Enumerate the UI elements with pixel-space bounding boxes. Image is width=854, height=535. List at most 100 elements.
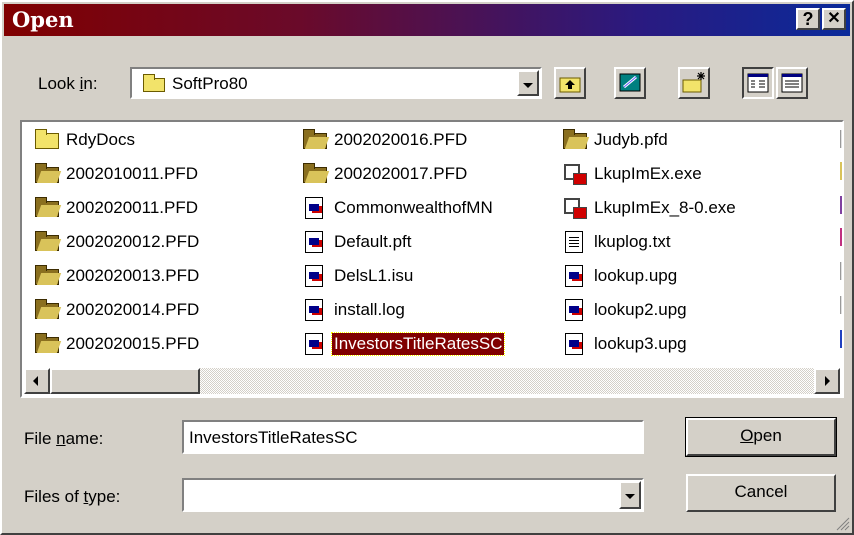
scroll-right-button[interactable] [814, 368, 840, 394]
horizontal-scrollbar[interactable] [24, 368, 840, 394]
file-name-label: File name: [24, 429, 104, 448]
open-button[interactable]: Open [685, 417, 837, 457]
list-view-icon [747, 73, 769, 93]
partial-file-icon [840, 296, 842, 314]
file-name: 2002020017.PFD [334, 164, 468, 183]
file-list[interactable]: RdyDocs 2002010011.PFD 2002020011.PFD 20020… [20, 120, 844, 398]
window-title: Open [12, 7, 74, 32]
close-button[interactable]: ✕ [822, 8, 846, 30]
files-of-type-dropdown-button[interactable] [619, 481, 641, 509]
file-name: 2002020016.PFD [334, 130, 468, 149]
file-name: 2002020013.PFD [66, 266, 200, 285]
file-item[interactable]: 2002020011.PFD [34, 194, 200, 222]
cancel-button[interactable]: Cancel [686, 474, 836, 512]
file-name-input[interactable]: InvestorsTitleRatesSC [182, 420, 644, 454]
file-name: DelsL1.isu [334, 266, 414, 285]
title-bar[interactable]: Open ? ✕ [4, 4, 850, 36]
file-item[interactable]: install.log [302, 296, 407, 324]
file-name-value: InvestorsTitleRatesSC [189, 428, 358, 447]
file-name: 2002020012.PFD [66, 232, 200, 251]
file-name: install.log [334, 300, 405, 319]
file-item[interactable]: InvestorsTitleRatesSC [302, 330, 506, 358]
file-name: lookup2.upg [594, 300, 687, 319]
pfd-icon [34, 299, 60, 321]
look-in-combo[interactable]: SoftPro80 [130, 67, 542, 99]
file-item[interactable]: lkuplog.txt [562, 228, 673, 256]
pfd-icon [34, 333, 60, 355]
file-item[interactable]: 2002020013.PFD [34, 262, 201, 290]
file-name: 2002020014.PFD [66, 300, 200, 319]
doc-icon [562, 265, 588, 287]
file-name: lookup.upg [594, 266, 678, 285]
files-of-type-combo[interactable] [182, 478, 644, 512]
file-name: InvestorsTitleRatesSC [330, 332, 506, 356]
look-in-dropdown-button[interactable] [517, 70, 539, 96]
exe-icon [562, 163, 588, 185]
partial-file-icon [840, 130, 842, 148]
file-name: LkupImEx_8-0.exe [594, 198, 736, 217]
pfd-icon [562, 129, 588, 151]
file-item[interactable]: DelsL1.isu [302, 262, 415, 290]
file-name: lookup3.upg [594, 334, 687, 353]
partial-file-icon [840, 162, 842, 180]
folder-icon [34, 129, 60, 151]
up-folder-icon [559, 77, 581, 93]
partial-file-icon [840, 262, 842, 280]
file-item[interactable]: LkupImEx_8-0.exe [562, 194, 738, 222]
doc-icon [302, 333, 328, 355]
scroll-left-button[interactable] [24, 368, 50, 394]
file-item[interactable]: lookup.upg [562, 262, 679, 290]
pfd-icon [34, 197, 60, 219]
file-item[interactable]: Judyb.pfd [562, 126, 670, 154]
file-item[interactable]: 2002020016.PFD [302, 126, 469, 154]
list-view-button[interactable] [742, 67, 774, 99]
file-item[interactable]: CommonwealthofMN [302, 194, 495, 222]
help-button[interactable]: ? [796, 8, 820, 30]
partial-file-icon [840, 228, 842, 246]
look-in-value: SoftPro80 [172, 74, 248, 93]
doc-icon [302, 265, 328, 287]
doc-icon [562, 333, 588, 355]
exe-icon [562, 197, 588, 219]
pfd-icon [34, 231, 60, 253]
file-item[interactable]: lookup3.upg [562, 330, 689, 358]
resize-grip-icon[interactable] [836, 517, 850, 531]
file-item[interactable]: LkupImEx.exe [562, 160, 704, 188]
file-name: 2002020015.PFD [66, 334, 200, 353]
file-name: CommonwealthofMN [334, 198, 493, 217]
file-name: 2002020011.PFD [66, 198, 199, 217]
file-name: Judyb.pfd [594, 130, 668, 149]
pfd-icon [302, 163, 328, 185]
look-in-label: Look in: [38, 74, 98, 93]
pfd-icon [34, 163, 60, 185]
open-dialog: Open ? ✕ Look in: SoftPro80 RdyDocs 20020… [0, 0, 854, 535]
file-name: RdyDocs [66, 130, 135, 149]
pfd-icon [34, 265, 60, 287]
desktop-icon [619, 73, 641, 92]
partial-file-icon [840, 330, 842, 348]
file-name: 2002010011.PFD [66, 164, 199, 183]
details-view-button[interactable] [776, 67, 808, 99]
folder-icon [142, 74, 168, 93]
file-item[interactable]: lookup2.upg [562, 296, 689, 324]
new-folder-icon [682, 72, 705, 93]
desktop-button[interactable] [614, 67, 646, 99]
doc-icon [302, 231, 328, 253]
file-item[interactable]: 2002010011.PFD [34, 160, 200, 188]
doc-icon [302, 197, 328, 219]
file-name: Default.pft [334, 232, 412, 251]
file-item[interactable]: RdyDocs [34, 126, 137, 154]
txt-icon [562, 231, 588, 253]
file-item[interactable]: Default.pft [302, 228, 414, 256]
up-one-level-button[interactable] [554, 67, 586, 99]
file-item[interactable]: 2002020014.PFD [34, 296, 201, 324]
scroll-thumb[interactable] [50, 368, 200, 394]
new-folder-button[interactable] [678, 67, 710, 99]
file-item[interactable]: 2002020012.PFD [34, 228, 201, 256]
file-item[interactable]: 2002020017.PFD [302, 160, 469, 188]
file-name: LkupImEx.exe [594, 164, 702, 183]
doc-icon [562, 299, 588, 321]
details-view-icon [781, 73, 803, 93]
files-of-type-label: Files of type: [24, 487, 121, 506]
file-item[interactable]: 2002020015.PFD [34, 330, 201, 358]
